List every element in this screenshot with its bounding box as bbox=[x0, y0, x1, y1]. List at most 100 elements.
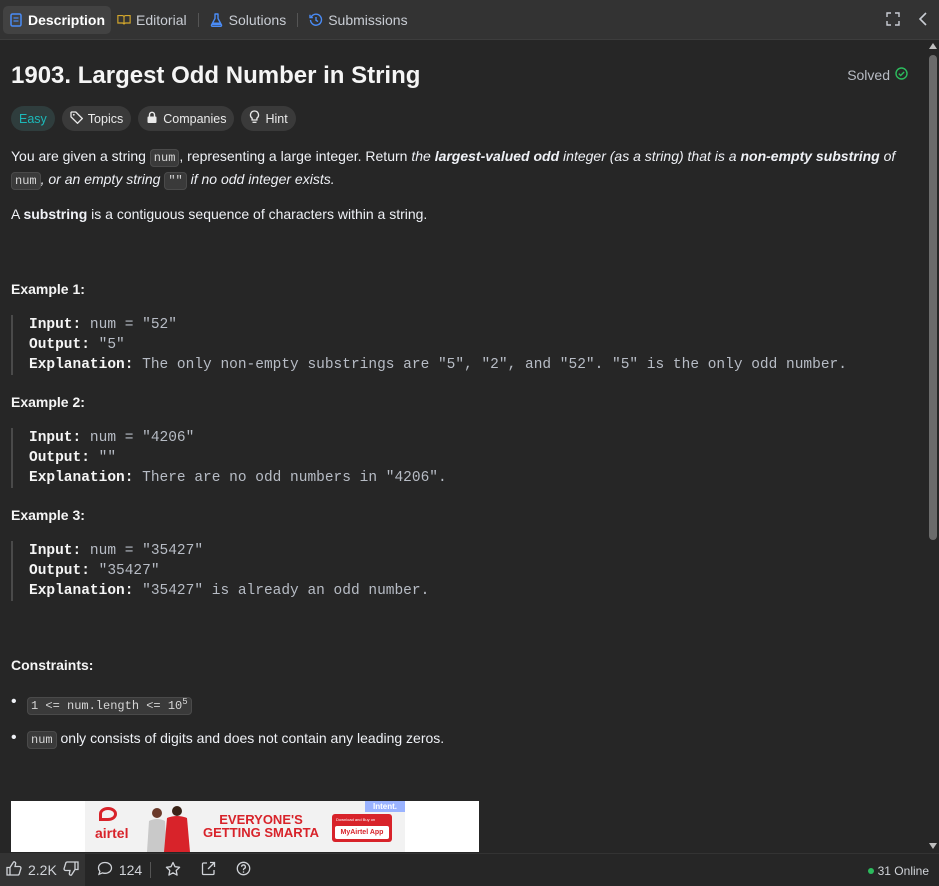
comment-icon bbox=[97, 861, 113, 879]
text: integer (as a string) that is a bbox=[559, 148, 741, 164]
input-label: Input: bbox=[29, 430, 82, 446]
thumbs-down-icon bbox=[63, 861, 79, 879]
scrollbar-thumb[interactable] bbox=[929, 55, 937, 540]
constraint-code: 1 <= num.length <= 10 bbox=[31, 699, 183, 713]
input-value: num = "35427" bbox=[89, 543, 204, 559]
output-value: "" bbox=[98, 450, 117, 466]
exponent: 5 bbox=[182, 697, 188, 707]
online-indicator: 31 Online bbox=[867, 864, 929, 878]
companies-label: Companies bbox=[163, 111, 227, 126]
hint-label: Hint bbox=[265, 111, 288, 126]
bottom-toolbar: 2.2K 124 31 Online bbox=[0, 853, 939, 886]
output-label: Output: bbox=[29, 337, 90, 353]
output-value: "35427" bbox=[98, 563, 160, 579]
text: is a contiguous sequence of characters w… bbox=[87, 206, 428, 222]
favorite-button[interactable] bbox=[165, 861, 181, 880]
emphasis-text: non-empty substring bbox=[740, 148, 880, 164]
list-item: 1 <= num.length <= 105 bbox=[11, 692, 444, 716]
example-input: Input: num = "52" bbox=[29, 315, 847, 335]
vote-group: 2.2K bbox=[0, 853, 85, 886]
input-value: num = "52" bbox=[89, 317, 177, 333]
collapse-icon[interactable] bbox=[915, 11, 931, 27]
like-button[interactable]: 2.2K bbox=[6, 861, 57, 879]
question-circle-icon bbox=[236, 861, 251, 879]
online-count: 31 Online bbox=[877, 864, 929, 878]
example-input: Input: num = "35427" bbox=[29, 541, 429, 561]
book-icon bbox=[117, 13, 131, 27]
companies-chip[interactable]: Companies bbox=[138, 106, 235, 131]
like-count: 2.2K bbox=[28, 862, 57, 878]
tab-description-label: Description bbox=[28, 11, 106, 28]
tab-solutions[interactable]: Solutions bbox=[204, 6, 293, 34]
airtel-logo-icon bbox=[99, 807, 117, 821]
comments-button[interactable]: 124 bbox=[97, 861, 142, 879]
tab-submissions[interactable]: Submissions bbox=[303, 6, 413, 34]
example-input: Input: num = "4206" bbox=[29, 428, 447, 448]
inline-code: num bbox=[149, 149, 180, 167]
explanation-label: Explanation: bbox=[29, 583, 134, 599]
solved-status: Solved bbox=[847, 67, 908, 83]
inline-code: num bbox=[27, 731, 57, 749]
constraints-heading: Constraints: bbox=[11, 657, 94, 673]
example-heading: Example 1: bbox=[11, 281, 85, 297]
constraints-list: 1 <= num.length <= 105 num only consists… bbox=[11, 692, 444, 762]
tag-icon bbox=[70, 110, 84, 127]
share-button[interactable] bbox=[201, 861, 216, 879]
scroll-up-arrow-icon[interactable] bbox=[929, 43, 937, 49]
text: You are given a string bbox=[11, 148, 150, 164]
external-link-icon bbox=[201, 861, 216, 879]
history-icon bbox=[309, 13, 323, 27]
text: of bbox=[879, 148, 896, 164]
explanation-value: There are no odd numbers in "4206". bbox=[142, 470, 447, 486]
example-output: Output: "35427" bbox=[29, 561, 429, 581]
hint-chip[interactable]: Hint bbox=[241, 106, 296, 131]
text: , or an empty string bbox=[40, 171, 165, 187]
check-circle-icon bbox=[895, 67, 908, 83]
tab-divider bbox=[197, 12, 199, 27]
tab-description[interactable]: Description bbox=[3, 5, 112, 34]
explanation-value: The only non-empty substrings are "5", "… bbox=[142, 357, 847, 373]
help-button[interactable] bbox=[236, 861, 251, 879]
tab-submissions-label: Submissions bbox=[328, 11, 408, 28]
scroll-down-arrow-icon[interactable] bbox=[929, 843, 937, 849]
ad-intent-label: Intent. bbox=[365, 801, 405, 812]
online-dot-icon bbox=[867, 868, 874, 874]
text: the bbox=[411, 148, 435, 164]
tab-editorial[interactable]: Editorial bbox=[111, 6, 193, 34]
emphasis-text: largest-valued odd bbox=[434, 148, 560, 164]
tab-solutions-label: Solutions bbox=[228, 11, 287, 28]
tab-bar: Description Editorial Solutions Submissi… bbox=[0, 0, 939, 40]
solved-label: Solved bbox=[847, 67, 890, 83]
ad-app-badge: Download and Buy on MyAirtel App bbox=[332, 814, 392, 842]
ad-app-subtext: Download and Buy on bbox=[336, 817, 376, 822]
ad-creative: airtel EVERYONE'S GETTING SMARTA Downloa… bbox=[85, 801, 405, 852]
description-icon bbox=[9, 12, 23, 27]
inline-code: 1 <= num.length <= 105 bbox=[27, 697, 192, 715]
input-label: Input: bbox=[29, 317, 82, 333]
example-output: Output: "5" bbox=[29, 335, 847, 355]
comment-count: 124 bbox=[118, 862, 143, 878]
explanation-value: "35427" is already an odd number. bbox=[142, 583, 430, 599]
text: , representing a large integer. Return bbox=[179, 148, 412, 164]
output-value: "5" bbox=[98, 337, 125, 353]
example-explanation: Explanation: The only non-empty substrin… bbox=[29, 355, 847, 375]
dislike-button[interactable] bbox=[63, 861, 79, 879]
text: if no odd integer exists. bbox=[186, 171, 335, 187]
ad-headline-line: GETTING SMARTA bbox=[202, 825, 320, 840]
input-value: num = "4206" bbox=[89, 430, 195, 446]
topics-chip[interactable]: Topics bbox=[61, 106, 132, 131]
topics-label: Topics bbox=[87, 111, 124, 126]
star-icon bbox=[165, 861, 181, 880]
output-label: Output: bbox=[29, 450, 90, 466]
tabbar-actions bbox=[885, 11, 931, 27]
ad-people-image bbox=[147, 806, 190, 852]
input-label: Input: bbox=[29, 543, 82, 559]
substring-definition: A substring is a contiguous sequence of … bbox=[11, 204, 911, 225]
example-output: Output: "" bbox=[29, 448, 447, 468]
fullscreen-icon[interactable] bbox=[885, 11, 901, 27]
ad-banner[interactable]: airtel EVERYONE'S GETTING SMARTA Downloa… bbox=[11, 801, 479, 852]
example-heading: Example 3: bbox=[11, 507, 85, 523]
flask-icon bbox=[210, 12, 224, 27]
toolbar-divider bbox=[150, 862, 152, 878]
example-block: Input: num = "4206" Output: "" Explanati… bbox=[11, 428, 447, 488]
